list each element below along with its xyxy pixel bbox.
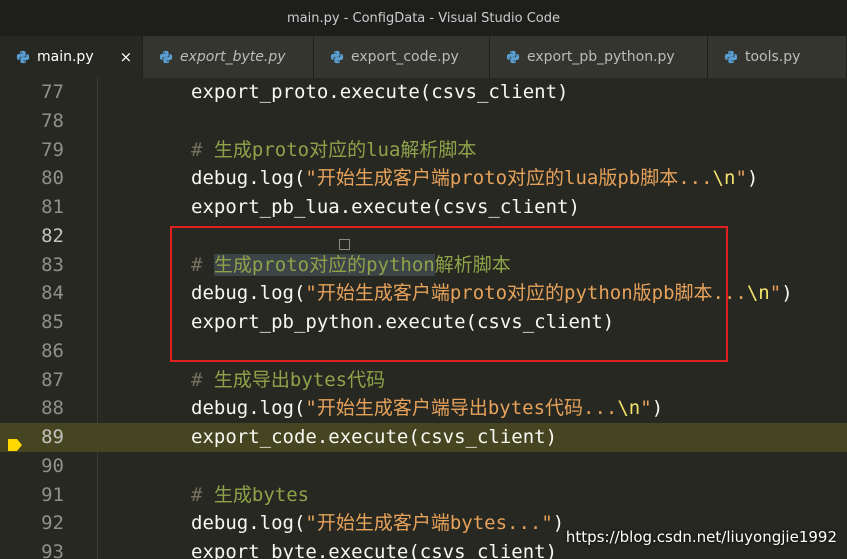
code-line[interactable]: 89 export_code.execute(csvs_client) — [0, 423, 847, 452]
line-number: 91 — [41, 483, 64, 506]
line-number: 92 — [41, 512, 64, 535]
line-code: # 生成bytes — [191, 481, 309, 510]
line-code: export_pb_lua.execute(csvs_client) — [191, 193, 580, 222]
tab-label: export_code.py — [351, 49, 459, 65]
python-icon — [159, 50, 173, 64]
line-code: debug.log("开始生成客户端proto对应的lua版pb脚本...\n"… — [191, 164, 758, 193]
code-token: 生成proto对应的python — [213, 253, 435, 276]
tab-label: export_byte.py — [180, 49, 286, 65]
debug-current-line-arrow-icon — [8, 431, 22, 451]
tab-export-pb-python-py[interactable]: export_pb_python.py — [490, 36, 708, 78]
close-icon[interactable]: × — [120, 48, 133, 66]
tab-main-py[interactable]: main.py × — [0, 36, 143, 78]
line-code: # 生成导出bytes代码 — [191, 366, 385, 395]
line-code: export_code.execute(csvs_client) — [191, 423, 557, 452]
tab-export-code-py[interactable]: export_code.py — [314, 36, 490, 78]
watermark-text: https://blog.csdn.net/liuyongjie1992 — [565, 528, 837, 546]
code-token: 生成bytes — [213, 483, 310, 506]
line-number: 78 — [41, 109, 64, 132]
line-number: 90 — [41, 454, 64, 477]
title-bar: main.py - ConfigData - Visual Studio Cod… — [0, 0, 847, 36]
line-number: 77 — [41, 81, 64, 103]
python-icon — [16, 50, 30, 64]
window-title: main.py - ConfigData - Visual Studio Cod… — [287, 10, 560, 26]
code-token: 解析脚本 — [434, 253, 511, 276]
code-line[interactable]: 84 debug.log("开始生成客户端proto对应的python版pb脚本.… — [0, 279, 847, 308]
line-number: 87 — [41, 368, 64, 391]
line-code: debug.log("开始生成客户端导出bytes代码...\n") — [191, 394, 663, 423]
code-token: "开始生成客户端proto对应的lua版pb脚本... — [305, 167, 713, 190]
line-number: 80 — [41, 167, 64, 190]
code-line[interactable]: 79 # 生成proto对应的lua解析脚本 — [0, 136, 847, 165]
code-line[interactable]: 83 # 生成proto对应的python解析脚本 — [0, 251, 847, 280]
code-token: \n — [746, 282, 770, 305]
code-token: " — [640, 397, 652, 420]
code-token: # — [191, 483, 214, 506]
line-number: 83 — [41, 253, 64, 276]
code-line[interactable]: 80 debug.log("开始生成客户端proto对应的lua版pb脚本...\… — [0, 164, 847, 193]
code-line[interactable]: 88 debug.log("开始生成客户端导出bytes代码...\n") — [0, 394, 847, 423]
code-token: export_byte.execute(csvs_client) — [191, 541, 558, 559]
tab-label: tools.py — [745, 49, 801, 65]
code-token: export_proto.execute(csvs_client) — [191, 81, 569, 103]
tab-tools-py[interactable]: tools.py — [708, 36, 847, 78]
code-token: "开始生成客户端proto对应的python版pb脚本... — [305, 282, 747, 305]
line-number: 82 — [41, 224, 64, 247]
line-number: 86 — [41, 339, 64, 362]
line-code: export_byte.execute(csvs_client) — [191, 538, 557, 559]
line-code: # 生成proto对应的lua解析脚本 — [191, 136, 476, 165]
code-line[interactable]: 82 — [0, 222, 847, 251]
code-token: 生成proto对应的lua解析脚本 — [213, 138, 477, 161]
code-token: debug.log( — [191, 512, 306, 535]
line-number: 85 — [41, 311, 64, 333]
code-token: # — [191, 253, 214, 276]
tab-bar: main.py × export_byte.py export_code.py expo… — [0, 36, 847, 78]
code-token: "开始生成客户端导出bytes代码... — [305, 397, 618, 420]
line-number: 84 — [41, 282, 64, 305]
code-token: 生成导出bytes代码 — [213, 368, 386, 391]
code-token: " — [735, 167, 747, 190]
python-icon — [506, 50, 520, 64]
fold-marker-icon[interactable] — [339, 239, 350, 250]
code-token: debug.log( — [191, 397, 306, 420]
code-token: ) — [746, 167, 759, 190]
code-line[interactable]: 86 — [0, 337, 847, 366]
code-token: "开始生成客户端bytes..." — [305, 512, 553, 535]
code-editor[interactable]: 77 export_proto.execute(csvs_client) 78 79 #… — [0, 78, 847, 559]
code-line[interactable]: 77 export_proto.execute(csvs_client) — [0, 78, 847, 107]
code-token: debug.log( — [191, 167, 306, 190]
tab-label: main.py — [37, 49, 94, 65]
code-token: ) — [651, 397, 664, 420]
tab-label: export_pb_python.py — [527, 49, 675, 65]
code-token: # — [191, 138, 214, 161]
line-number: 93 — [41, 541, 64, 559]
python-icon — [724, 50, 738, 64]
code-token: \n — [712, 167, 736, 190]
line-number: 88 — [41, 397, 64, 420]
tab-export-byte-py[interactable]: export_byte.py — [143, 36, 314, 78]
line-code: export_pb_python.execute(csvs_client) — [191, 308, 614, 337]
code-line[interactable]: 81 export_pb_lua.execute(csvs_client) — [0, 193, 847, 222]
code-line[interactable]: 87 # 生成导出bytes代码 — [0, 366, 847, 395]
line-code: # 生成proto对应的python解析脚本 — [191, 251, 511, 280]
line-code: export_proto.execute(csvs_client) — [191, 78, 569, 107]
code-token: ) — [781, 282, 793, 305]
code-token: ) — [552, 512, 565, 535]
code-token: # — [191, 368, 214, 391]
code-line[interactable]: 91 # 生成bytes — [0, 481, 847, 510]
code-token: \n — [617, 397, 641, 420]
code-token: export_pb_lua.execute(csvs_client) — [191, 196, 580, 218]
python-icon — [330, 50, 344, 64]
line-code: debug.log("开始生成客户端proto对应的python版pb脚本...… — [191, 279, 793, 308]
line-code: debug.log("开始生成客户端bytes...") — [191, 509, 564, 538]
code-token: debug.log( — [191, 282, 306, 305]
line-number: 79 — [41, 138, 64, 161]
code-line[interactable]: 78 — [0, 107, 847, 136]
code-token: " — [769, 282, 782, 305]
code-token: export_pb_python.execute(csvs_client) — [191, 311, 615, 333]
code-token: export_code.execute(csvs_client) — [191, 426, 558, 448]
code-line[interactable]: 90 — [0, 452, 847, 481]
line-number: 81 — [41, 196, 64, 218]
code-line[interactable]: 85 export_pb_python.execute(csvs_client) — [0, 308, 847, 337]
